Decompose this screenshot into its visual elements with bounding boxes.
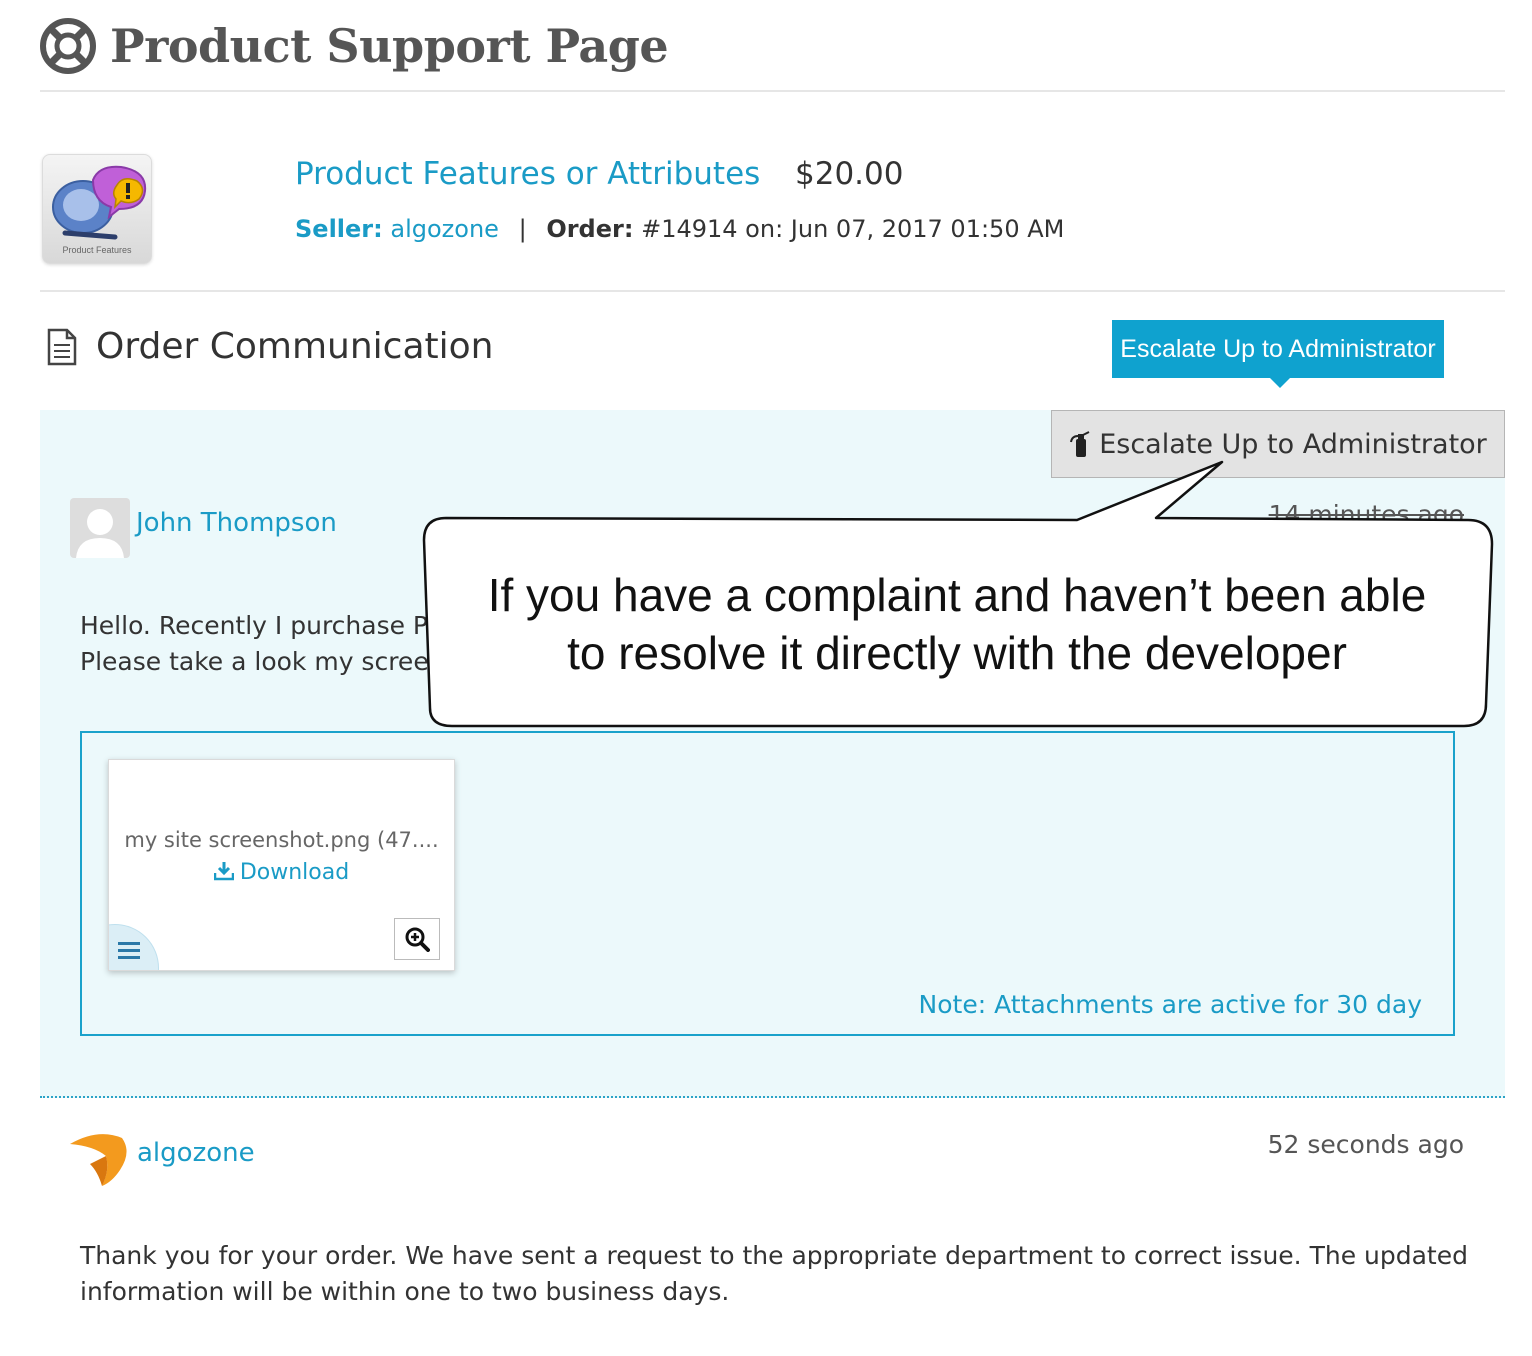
product-price: $20.00	[795, 156, 904, 192]
lifebuoy-icon	[40, 18, 96, 74]
download-icon	[213, 862, 235, 881]
divider	[40, 290, 1505, 292]
download-label: Download	[239, 860, 350, 885]
attachment-note: Note: Attachments are active for 30 day	[918, 990, 1422, 1019]
page-header: Product Support Page	[40, 18, 669, 74]
attachment-card: my site screenshot.png (47.... Download	[108, 759, 455, 971]
section-title: Order Communication	[96, 326, 494, 367]
zoom-button[interactable]	[394, 918, 440, 960]
order-value: #14914 on: Jun 07, 2017 01:50 AM	[641, 215, 1065, 243]
document-icon	[47, 328, 77, 365]
seller-link[interactable]: algozone	[390, 215, 499, 243]
page-title: Product Support Page	[110, 19, 669, 73]
order-meta: Seller: algozone | Order: #14914 on: Jun…	[295, 215, 1064, 243]
product-thumbnail[interactable]: Product Features	[42, 154, 152, 264]
order-communication-header: Order Communication	[46, 326, 494, 367]
message-author-link[interactable]: John Thompson	[136, 508, 337, 538]
avatar	[70, 498, 130, 558]
attachment-file-name: my site screenshot.png (47....	[124, 828, 439, 852]
callout-line: to resolve it directly with the develope…	[567, 627, 1347, 679]
seller-label: Seller:	[295, 215, 383, 243]
callout-line: If you have a complaint and haven’t been…	[487, 569, 1427, 621]
thumb-caption: Product Features	[62, 245, 132, 255]
message-author-link[interactable]: algozone	[137, 1138, 255, 1168]
user-avatar-icon	[76, 509, 124, 558]
meta-separator: |	[518, 215, 527, 243]
zoom-in-icon	[405, 927, 430, 952]
message-body: Thank you for your order. We have sent a…	[80, 1241, 1468, 1306]
product-name-link[interactable]: Product Features or Attributes	[295, 156, 760, 192]
message-timestamp: 52 seconds ago	[1267, 1130, 1464, 1159]
algozone-logo-icon	[70, 1134, 127, 1186]
download-link[interactable]: Download	[109, 860, 454, 885]
callout-text: If you have a complaint and haven’t been…	[432, 566, 1482, 682]
escalate-tooltip: Escalate Up to Administrator	[1112, 320, 1444, 388]
divider	[40, 90, 1505, 92]
hamburger-menu-icon[interactable]	[118, 941, 140, 959]
order-label: Order:	[546, 215, 634, 243]
